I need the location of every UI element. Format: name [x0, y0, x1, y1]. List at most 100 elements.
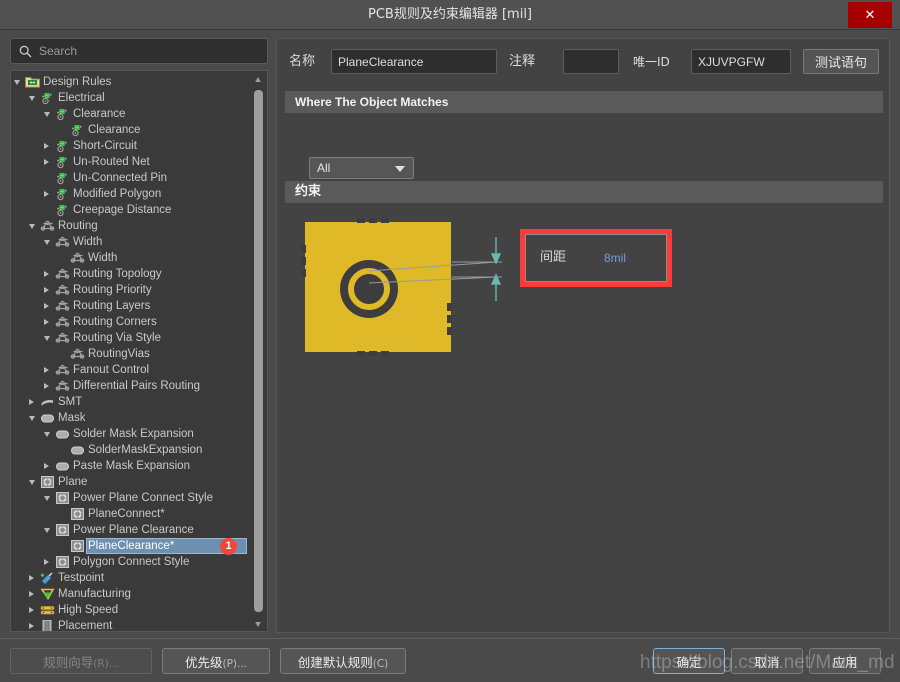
tree-item-solder-mask-expansion[interactable]: Solder Mask Expansion: [11, 426, 251, 442]
electrical-icon: [55, 171, 70, 185]
expander-closed-icon[interactable]: [44, 383, 49, 389]
mask-icon: [40, 411, 55, 425]
tree-item-planeclearance[interactable]: PlaneClearance*1: [11, 538, 251, 554]
search-input[interactable]: [39, 39, 259, 63]
clearance-value[interactable]: 8mil: [604, 235, 626, 281]
tree-item-polygon-connect-style[interactable]: Polygon Connect Style: [11, 554, 251, 570]
expander-open-icon[interactable]: [14, 80, 20, 85]
expander-closed-icon[interactable]: [44, 463, 49, 469]
tree-item-differential-pairs-routing[interactable]: Differential Pairs Routing: [11, 378, 251, 394]
expander-open-icon[interactable]: [29, 224, 35, 229]
tree-item-plane[interactable]: Plane: [11, 474, 251, 490]
expander-open-icon[interactable]: [44, 240, 50, 245]
tree-item-planeconnect[interactable]: PlaneConnect*: [11, 506, 251, 522]
title-bar: PCB规则及约束编辑器 [mil] ✕: [0, 0, 900, 30]
tree-item-electrical[interactable]: Electrical: [11, 90, 251, 106]
step-badge: 1: [220, 538, 237, 555]
tree-item-testpoint[interactable]: Testpoint: [11, 570, 251, 586]
search-box[interactable]: [10, 38, 268, 64]
expander-closed-icon[interactable]: [44, 287, 49, 293]
tree-item-routing-priority[interactable]: Routing Priority: [11, 282, 251, 298]
rule-name-input[interactable]: [331, 49, 497, 74]
tree-item-modified-polygon[interactable]: Modified Polygon: [11, 186, 251, 202]
tree-scrollbar[interactable]: [251, 72, 266, 632]
scope-dropdown[interactable]: All: [309, 157, 414, 179]
expander-open-icon[interactable]: [44, 432, 50, 437]
tree-item-short-circuit[interactable]: Short-Circuit: [11, 138, 251, 154]
expander-closed-icon[interactable]: [44, 319, 49, 325]
tree-item-routing-corners[interactable]: Routing Corners: [11, 314, 251, 330]
tree-item-routing-via-style[interactable]: Routing Via Style: [11, 330, 251, 346]
expander-closed-icon[interactable]: [44, 271, 49, 277]
tree-item-power-plane-connect-style[interactable]: Power Plane Connect Style: [11, 490, 251, 506]
expander-closed-icon[interactable]: [44, 159, 49, 165]
expander-closed-icon[interactable]: [44, 143, 49, 149]
tree-item-smt[interactable]: SMT: [11, 394, 251, 410]
priority-button[interactable]: 优先级(P)...: [162, 648, 270, 674]
apply-button[interactable]: 应用: [809, 648, 881, 674]
expander-closed-icon[interactable]: [29, 575, 34, 581]
electrical-icon: [55, 187, 70, 201]
expander-closed-icon[interactable]: [44, 367, 49, 373]
expander-open-icon[interactable]: [44, 496, 50, 501]
tree-item-fanout-control[interactable]: Fanout Control: [11, 362, 251, 378]
close-icon[interactable]: ✕: [848, 2, 892, 28]
expander-closed-icon[interactable]: [44, 559, 49, 565]
expander-closed-icon[interactable]: [29, 607, 34, 613]
tree-item-clearance[interactable]: Clearance: [11, 106, 251, 122]
expander-open-icon[interactable]: [44, 528, 50, 533]
mask-icon: [55, 459, 70, 473]
scroll-up-arrow-icon[interactable]: [251, 72, 266, 87]
comment-label: 注释: [509, 49, 535, 75]
create-default-rules-button[interactable]: 创建默认规则(C): [280, 648, 406, 674]
expander-open-icon[interactable]: [29, 416, 35, 421]
expander-open-icon[interactable]: [29, 96, 35, 101]
clearance-label: 间距: [540, 235, 566, 281]
tree-item-placement[interactable]: Placement: [11, 618, 251, 632]
tree-item-un-connected-pin[interactable]: Un-Connected Pin: [11, 170, 251, 186]
expander-open-icon[interactable]: [29, 480, 35, 485]
tree-item-label: Routing Corners: [73, 314, 157, 330]
plane-icon: [40, 475, 55, 489]
scrollbar-thumb[interactable]: [254, 90, 263, 612]
scroll-down-arrow-icon[interactable]: [251, 617, 266, 632]
tree-item-design-rules[interactable]: Design Rules: [11, 74, 251, 90]
tree-item-soldermaskexpansion[interactable]: SolderMaskExpansion: [11, 442, 251, 458]
tree-item-label: Un-Routed Net: [73, 154, 150, 170]
plane-icon: [55, 523, 70, 537]
footer-bar: 规则向导(R)... 优先级(P)... 创建默认规则(C) 确定 取消 应用: [0, 638, 900, 682]
tree-item-routing[interactable]: Routing: [11, 218, 251, 234]
tree-item-routing-topology[interactable]: Routing Topology: [11, 266, 251, 282]
tree-item-routing-layers[interactable]: Routing Layers: [11, 298, 251, 314]
tree-item-width[interactable]: Width: [11, 250, 251, 266]
tree-item-label: Clearance: [73, 106, 125, 122]
tree-item-label: Power Plane Clearance: [73, 522, 194, 538]
expander-closed-icon[interactable]: [29, 623, 34, 629]
tree-item-power-plane-clearance[interactable]: Power Plane Clearance: [11, 522, 251, 538]
tree-item-paste-mask-expansion[interactable]: Paste Mask Expansion: [11, 458, 251, 474]
tree-item-un-routed-net[interactable]: Un-Routed Net: [11, 154, 251, 170]
tree-item-clearance[interactable]: Clearance: [11, 122, 251, 138]
test-query-button[interactable]: 测试语句: [803, 49, 879, 74]
expander-closed-icon[interactable]: [29, 399, 34, 405]
tree-item-manufacturing[interactable]: Manufacturing: [11, 586, 251, 602]
expander-closed-icon[interactable]: [44, 303, 49, 309]
tree-item-high-speed[interactable]: High Speed: [11, 602, 251, 618]
tree-item-mask[interactable]: Mask: [11, 410, 251, 426]
tree-item-width[interactable]: Width: [11, 234, 251, 250]
expander-closed-icon[interactable]: [29, 591, 34, 597]
tree-item-creepage-distance[interactable]: Creepage Distance: [11, 202, 251, 218]
unique-id-input[interactable]: [691, 49, 791, 74]
plane-icon: [55, 491, 70, 505]
rules-tree[interactable]: Design RulesElectricalClearanceClearance…: [10, 70, 268, 632]
expander-open-icon[interactable]: [44, 112, 50, 117]
rule-wizard-button[interactable]: 规则向导(R)...: [10, 648, 152, 674]
comment-input[interactable]: [563, 49, 619, 74]
electrical-icon: [55, 203, 70, 217]
tree-item-label: SMT: [58, 394, 82, 410]
expander-closed-icon[interactable]: [44, 191, 49, 197]
ok-button[interactable]: 确定: [653, 648, 725, 674]
expander-open-icon[interactable]: [44, 336, 50, 341]
cancel-button[interactable]: 取消: [731, 648, 803, 674]
tree-item-routingvias[interactable]: RoutingVias: [11, 346, 251, 362]
